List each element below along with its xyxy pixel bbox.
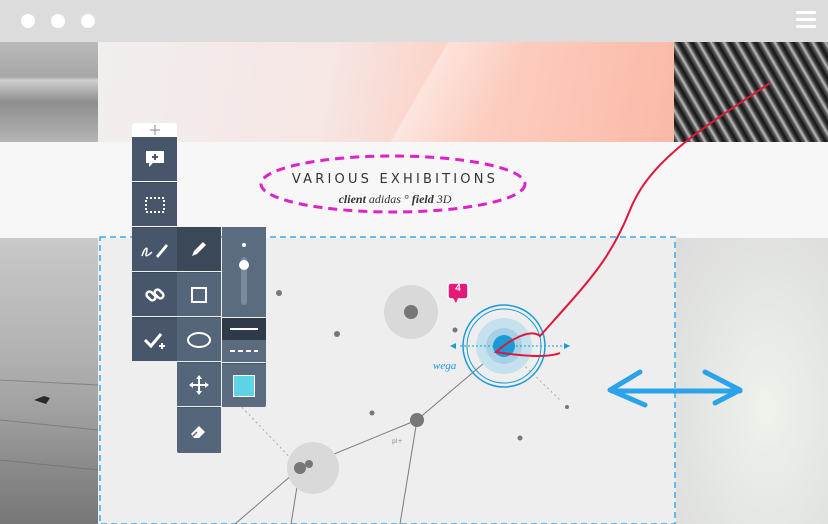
- target-marker[interactable]: [450, 304, 570, 388]
- window-dot-3[interactable]: [81, 14, 95, 28]
- signature-pen-icon: [140, 243, 168, 258]
- add-comment-icon: [145, 151, 164, 167]
- comment-count: 4: [455, 283, 461, 294]
- node-dot: [565, 405, 569, 409]
- eraser-icon: [191, 425, 205, 438]
- fill-color-swatch: [233, 374, 255, 397]
- diagram-overlay: pl+ wega: [0, 82, 771, 524]
- node-large: [404, 305, 418, 319]
- node-dot: [369, 410, 375, 416]
- dune-texture: [0, 379, 99, 471]
- target-label: wega: [433, 360, 457, 372]
- draw-tool-button[interactable]: [132, 227, 177, 271]
- comment-badge[interactable]: 4: [447, 282, 469, 303]
- link-button[interactable]: [132, 272, 177, 316]
- rectangle-tool-button[interactable]: [177, 272, 221, 316]
- bird-silhouette: [34, 396, 50, 404]
- node-bottom: [294, 462, 306, 474]
- node-mid: [410, 413, 424, 427]
- move-tool-button[interactable]: [177, 362, 221, 406]
- node-dot: [276, 290, 282, 296]
- rectangle-icon: [191, 286, 207, 303]
- solid-line-icon: [230, 328, 258, 330]
- constellation-nodes: [276, 285, 569, 494]
- move-icon: [189, 374, 209, 395]
- window-dot-1[interactable]: [21, 14, 35, 28]
- fill-color-button[interactable]: [222, 363, 266, 407]
- pencil-tool-button[interactable]: [177, 227, 221, 271]
- stroke-size-slider[interactable]: [222, 227, 266, 317]
- drag-handle-icon: [149, 125, 160, 135]
- eraser-tool-button[interactable]: [177, 407, 221, 453]
- ellipse-annotation[interactable]: [259, 154, 527, 214]
- dashed-line-icon: [230, 350, 258, 352]
- node-dot: [334, 331, 340, 337]
- approve-button[interactable]: [132, 317, 177, 361]
- page-viewport: VARIOUS EXHIBITIONS client adidas ° fiel…: [0, 42, 828, 524]
- select-area-icon: [144, 196, 165, 213]
- dashed-line-button[interactable]: [222, 340, 266, 362]
- solid-line-button[interactable]: [222, 318, 266, 340]
- select-area-button[interactable]: [132, 182, 177, 226]
- small-node-label: pl+: [392, 438, 403, 445]
- ellipse-tool-button[interactable]: [177, 317, 221, 361]
- add-comment-button[interactable]: [132, 137, 177, 181]
- hamburger-icon[interactable]: [796, 11, 816, 31]
- link-icon: [144, 287, 165, 302]
- pencil-icon: [192, 242, 206, 256]
- node-bottom-small: [305, 460, 313, 468]
- node-dot: [517, 435, 523, 441]
- node-dot: [452, 327, 458, 333]
- stroke-slider-track: [239, 243, 249, 305]
- approve-icon: [143, 332, 165, 349]
- toolbar-drag-handle[interactable]: [132, 123, 177, 137]
- window-dot-2[interactable]: [51, 14, 65, 28]
- freehand-annotation[interactable]: [493, 82, 771, 357]
- ellipse-icon: [187, 331, 211, 348]
- window-titlebar: [0, 0, 828, 42]
